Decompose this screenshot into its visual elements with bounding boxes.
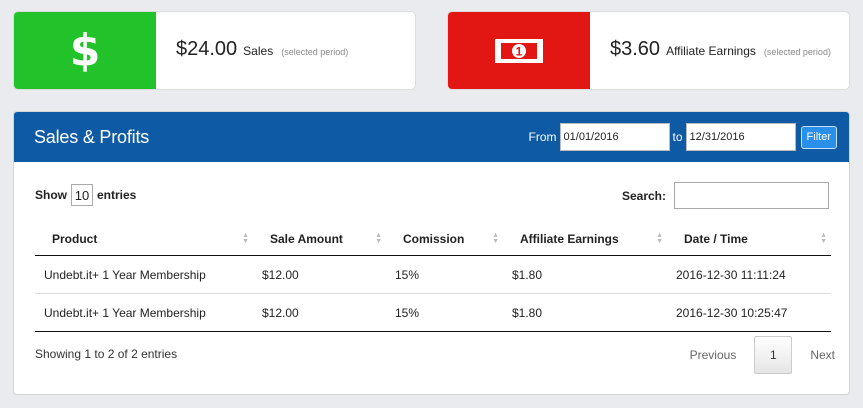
- from-label: From: [528, 130, 557, 144]
- cell-affiliate-earnings: $1.80: [503, 255, 667, 294]
- page-length-control: Show 10 entries: [35, 184, 136, 206]
- search-label: Search:: [621, 188, 666, 203]
- sort-icon: ▲ ▼: [375, 232, 382, 245]
- show-label: Show: [35, 188, 67, 202]
- sales-period: (selected period): [281, 47, 349, 57]
- column-header-label: Affiliate Earnings: [520, 231, 619, 246]
- cell-comission: 15%: [386, 293, 503, 332]
- column-header-label: Sale Amount: [270, 231, 343, 246]
- panel-title: Sales & Profits: [34, 126, 150, 147]
- cell-sale-amount: $12.00: [253, 293, 386, 332]
- pagination: Previous 1 Next: [690, 336, 835, 374]
- cell-affiliate-earnings: $1.80: [503, 293, 667, 332]
- affiliate-icon-box: 1: [448, 12, 590, 89]
- sales-profits-panel: Sales & Profits From to Filter Show 10 e…: [13, 111, 850, 395]
- to-label: to: [672, 130, 683, 144]
- table-row: Undebt.it+ 1 Year Membership $12.00 15% $1.…: [35, 255, 831, 294]
- entries-label: entries: [97, 188, 137, 202]
- cell-comission: 15%: [386, 255, 503, 294]
- affiliate-label: Affiliate Earnings: [666, 44, 756, 58]
- cell-sale-amount: $12.00: [253, 255, 386, 294]
- column-header-label: Date / Time: [684, 231, 748, 246]
- sort-icon: ▲ ▼: [242, 232, 249, 245]
- cell-product: Undebt.it+ 1 Year Membership: [35, 255, 253, 294]
- column-header-label: Product: [52, 231, 98, 246]
- table-header-row: Product ▲ ▼ Sale Amount ▲ ▼ Comission ▲ ▼ Affilia…: [35, 223, 831, 256]
- table-body: Undebt.it+ 1 Year Membership $12.00 15% $1.…: [35, 255, 831, 332]
- column-header-date-time[interactable]: Date / Time ▲ ▼: [667, 223, 831, 256]
- sales-icon-box: $: [14, 12, 156, 89]
- cell-product: Undebt.it+ 1 Year Membership: [35, 293, 253, 332]
- sales-amount: $24.00: [176, 38, 238, 60]
- panel-header: Sales & Profits From to Filter: [14, 112, 849, 162]
- table-row: Undebt.it+ 1 Year Membership $12.00 15% $1.…: [35, 293, 831, 332]
- affiliate-period: (selected period): [763, 47, 831, 57]
- search-input[interactable]: [674, 182, 829, 209]
- bill-value-glyph: 1: [516, 44, 523, 58]
- cell-date-time: 2016-12-30 10:25:47: [667, 293, 831, 332]
- next-page-button[interactable]: Next: [810, 348, 835, 362]
- column-header-comission[interactable]: Comission ▲ ▼: [386, 223, 503, 256]
- sort-icon: ▲ ▼: [820, 232, 827, 245]
- dollar-icon: $: [69, 24, 101, 76]
- from-date-input[interactable]: [559, 123, 670, 151]
- table-info: Showing 1 to 2 of 2 entries: [35, 347, 178, 361]
- filter-button[interactable]: Filter: [800, 125, 837, 149]
- column-header-label: Comission: [403, 231, 465, 246]
- sales-table: Product ▲ ▼ Sale Amount ▲ ▼ Comission ▲ ▼ Affilia…: [35, 223, 831, 332]
- page-length-select[interactable]: 10: [71, 184, 93, 206]
- sales-stat-card: $ $24.00 Sales (selected period): [13, 11, 416, 90]
- search-control: Search:: [622, 182, 829, 209]
- to-date-input[interactable]: [685, 123, 796, 151]
- sales-label: Sales: [243, 44, 274, 58]
- column-header-product[interactable]: Product ▲ ▼: [35, 223, 253, 256]
- page-1-button[interactable]: 1: [754, 336, 793, 374]
- sort-icon: ▲ ▼: [656, 232, 663, 245]
- cell-date-time: 2016-12-30 11:11:24: [667, 255, 831, 294]
- column-header-sale-amount[interactable]: Sale Amount ▲ ▼: [253, 223, 386, 256]
- affiliate-stat-card: 1 $3.60 Affiliate Earnings (selected per…: [447, 11, 850, 90]
- money-bill-icon: 1: [495, 38, 543, 63]
- sort-icon: ▲ ▼: [492, 232, 499, 245]
- column-header-affiliate-earnings[interactable]: Affiliate Earnings ▲ ▼: [503, 223, 667, 256]
- previous-page-button[interactable]: Previous: [690, 348, 737, 362]
- affiliate-amount: $3.60: [610, 38, 661, 60]
